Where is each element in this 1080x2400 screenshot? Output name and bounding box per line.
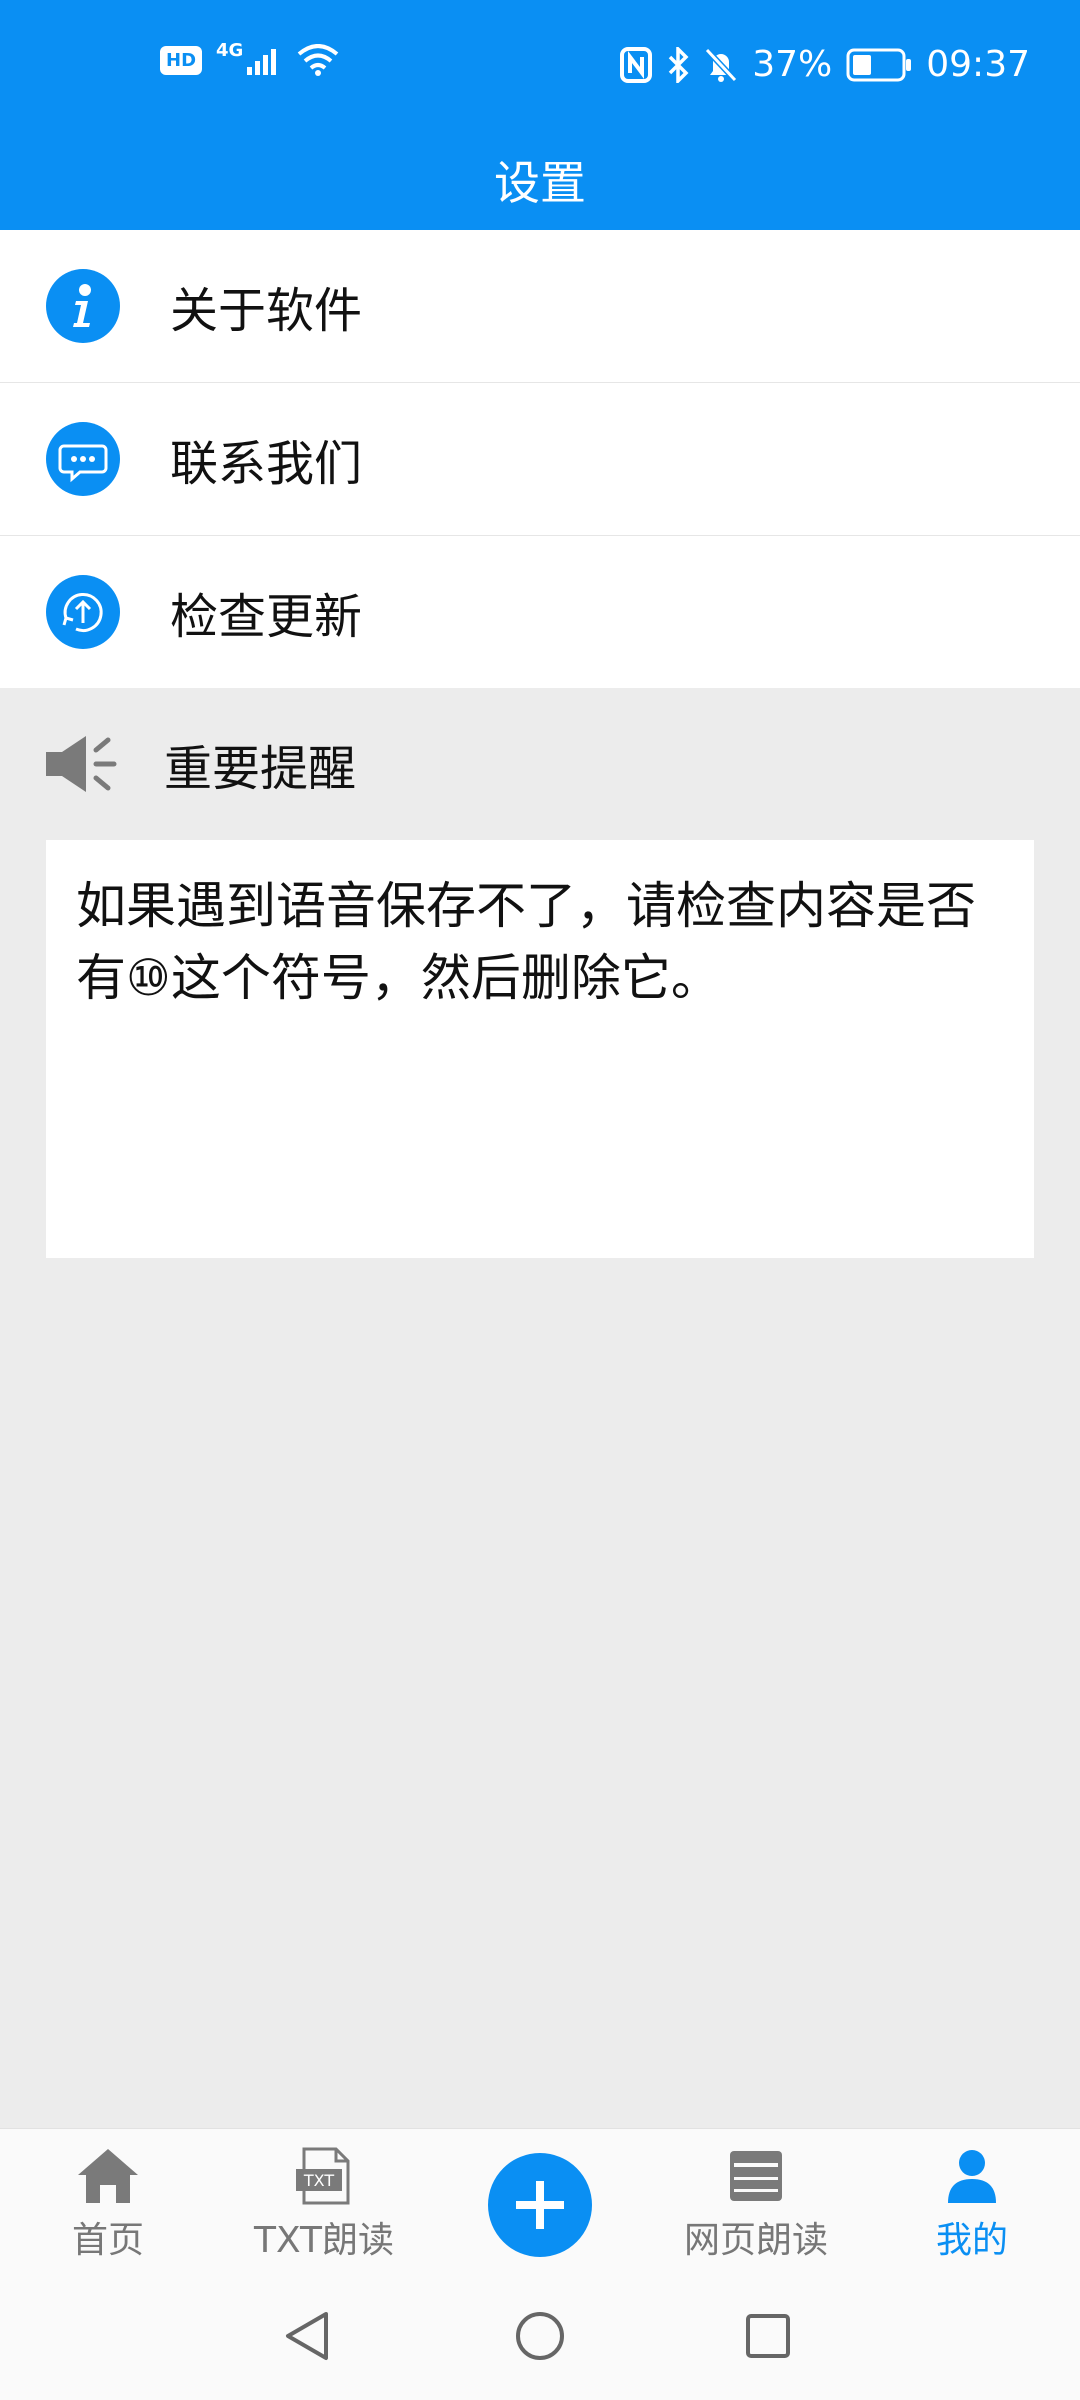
nav-label: TXT朗读 — [253, 2220, 394, 2261]
system-nav-bar — [0, 2274, 1080, 2400]
clock: 09:37 — [926, 44, 1030, 85]
nfc-icon — [620, 46, 653, 83]
menu-item-label: 检查更新 — [170, 589, 363, 645]
recents-square-icon[interactable] — [738, 2306, 798, 2366]
mute-bell-icon — [705, 47, 738, 82]
bottom-nav: 首页 TXT TXT朗读 网页朗读 我的 — [0, 2128, 1080, 2275]
menu-item-contact[interactable]: 联系我们 — [0, 383, 1080, 536]
bluetooth-icon — [668, 46, 689, 83]
notice-title: 重要提醒 — [164, 741, 357, 797]
plus-icon — [516, 2181, 564, 2229]
notice-text: 如果遇到语音保存不了，请检查内容是否有⑩这个符号，然后删除它。 — [76, 877, 976, 1007]
notice-heading: 重要提醒 — [0, 688, 1080, 840]
page-title: 设置 — [494, 156, 586, 210]
chat-icon — [46, 422, 120, 496]
menu-item-label: 关于软件 — [170, 283, 363, 339]
nav-home[interactable]: 首页 — [0, 2147, 216, 2263]
home-icon — [78, 2149, 138, 2203]
info-icon — [46, 269, 120, 343]
speaker-icon — [46, 736, 117, 792]
battery-icon — [846, 48, 912, 81]
hd-badge: HD — [160, 45, 203, 75]
menu-item-label: 联系我们 — [170, 436, 363, 492]
svg-text:TXT: TXT — [303, 2171, 334, 2190]
nav-label: 首页 — [71, 2220, 144, 2261]
nav-txt-read[interactable]: TXT TXT朗读 — [216, 2147, 432, 2263]
nav-web-read[interactable]: 网页朗读 — [648, 2147, 864, 2263]
webpage-icon — [730, 2151, 782, 2201]
menu-item-update[interactable]: 检查更新 — [0, 536, 1080, 688]
update-icon — [46, 575, 120, 649]
txt-file-icon: TXT — [296, 2147, 350, 2205]
notice-box: 如果遇到语音保存不了，请检查内容是否有⑩这个符号，然后删除它。 — [46, 840, 1034, 1258]
wifi-icon — [298, 44, 339, 76]
nav-label: 网页朗读 — [683, 2220, 828, 2261]
battery-percent: 37% — [752, 44, 833, 85]
user-icon — [948, 2150, 996, 2203]
home-circle-icon[interactable] — [510, 2306, 570, 2366]
add-button[interactable] — [488, 2153, 592, 2257]
status-bar: HD 4G 37% 09:37 — [0, 0, 1080, 130]
back-icon[interactable] — [278, 2306, 338, 2366]
nav-label: 我的 — [935, 2220, 1008, 2261]
signal-icon — [247, 49, 277, 75]
menu-item-about[interactable]: 关于软件 — [0, 230, 1080, 383]
settings-menu: 关于软件 联系我们 检查更新 — [0, 230, 1080, 688]
app-header: 设置 — [0, 130, 1080, 230]
network-type: 4G — [216, 39, 244, 61]
nav-mine[interactable]: 我的 — [864, 2147, 1080, 2263]
